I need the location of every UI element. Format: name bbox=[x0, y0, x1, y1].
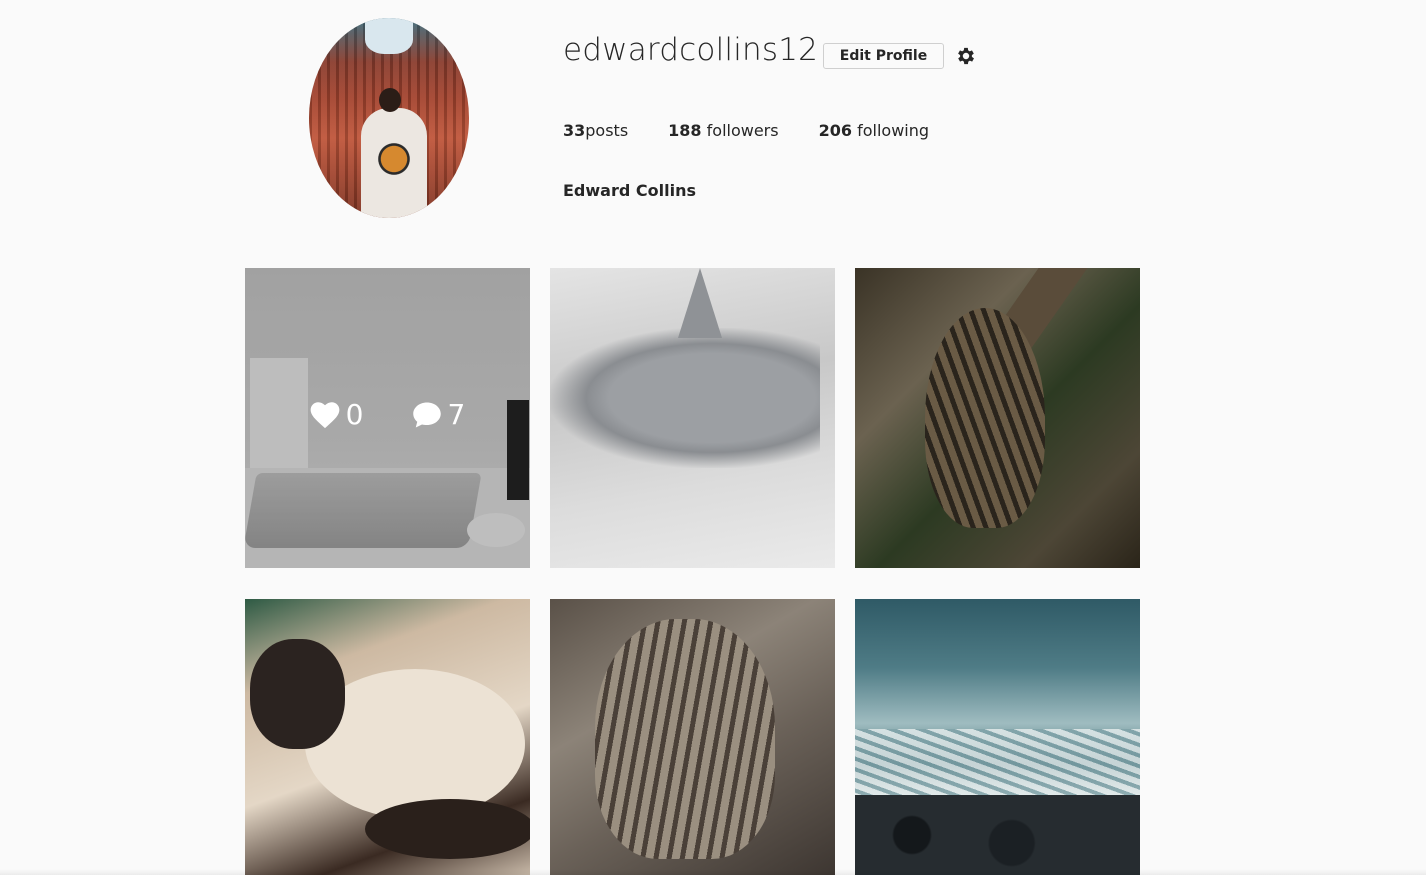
posts-count: 33 bbox=[563, 121, 586, 140]
post-tile-1[interactable]: 0 7 bbox=[245, 268, 530, 568]
post-image-rocks bbox=[855, 795, 1140, 875]
post-stats-overlay: 0 7 bbox=[245, 398, 530, 431]
avatar-sky bbox=[365, 18, 413, 54]
post-likes: 0 bbox=[310, 398, 364, 431]
followers-label: followers bbox=[701, 121, 779, 140]
following-label: following bbox=[852, 121, 930, 140]
edit-profile-button[interactable]: Edit Profile bbox=[823, 43, 944, 69]
following-stat[interactable]: 206 following bbox=[819, 121, 929, 140]
posts-label: posts bbox=[585, 121, 629, 140]
post-image-tail bbox=[365, 799, 530, 859]
username: edwardcollins12 bbox=[563, 32, 819, 68]
avatar-head bbox=[379, 88, 401, 112]
profile-stats: 33posts 188 followers 206 following bbox=[563, 121, 969, 140]
full-name: Edward Collins bbox=[563, 181, 696, 200]
followers-stat[interactable]: 188 followers bbox=[668, 121, 778, 140]
post-image bbox=[550, 328, 820, 468]
viewport-bottom-edge bbox=[0, 869, 1426, 875]
post-comments: 7 bbox=[412, 398, 466, 431]
comment-icon bbox=[412, 402, 441, 427]
profile-avatar[interactable] bbox=[309, 18, 469, 218]
profile-page: edwardcollins12 Edit Profile 33posts 188… bbox=[0, 0, 1426, 875]
post-tile-5[interactable] bbox=[550, 599, 835, 875]
post-image bbox=[925, 308, 1045, 528]
post-image bbox=[595, 619, 775, 859]
post-tile-3[interactable] bbox=[855, 268, 1140, 568]
posts-stat: 33posts bbox=[563, 121, 628, 140]
following-count: 206 bbox=[818, 121, 852, 140]
followers-count: 188 bbox=[668, 121, 702, 140]
post-likes-count: 0 bbox=[345, 398, 364, 431]
avatar-jacket-print bbox=[375, 133, 413, 185]
post-tile-4[interactable] bbox=[245, 599, 530, 875]
post-image-face bbox=[250, 639, 345, 749]
post-image bbox=[855, 729, 1140, 799]
post-tile-6[interactable] bbox=[855, 599, 1140, 875]
gear-icon[interactable] bbox=[955, 45, 977, 67]
post-comments-count: 7 bbox=[447, 398, 466, 431]
heart-icon bbox=[310, 401, 340, 428]
post-image-ear bbox=[678, 268, 722, 338]
post-tile-2[interactable] bbox=[550, 268, 835, 568]
